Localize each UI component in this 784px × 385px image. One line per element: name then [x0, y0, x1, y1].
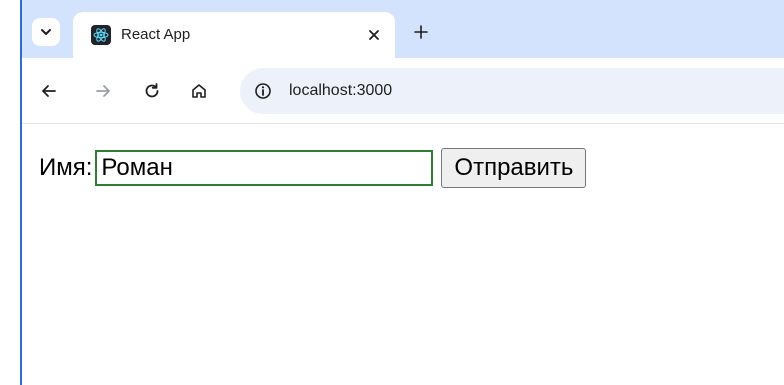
back-button[interactable]: [36, 78, 62, 104]
tab-react-app[interactable]: React App: [73, 12, 395, 58]
chevron-down-icon: [41, 29, 51, 35]
close-tab-button[interactable]: [363, 24, 385, 46]
page-content: Имя: Отправить: [22, 124, 784, 385]
home-icon: [192, 84, 206, 98]
home-button[interactable]: [186, 78, 212, 104]
new-tab-button[interactable]: [408, 19, 434, 45]
reload-icon: [145, 83, 159, 98]
reload-button[interactable]: [139, 78, 165, 104]
submit-button[interactable]: Отправить: [441, 148, 587, 188]
close-icon: [369, 30, 379, 40]
name-label: Имя:: [39, 154, 93, 181]
plus-icon: [414, 25, 428, 39]
site-info-button[interactable]: [252, 80, 274, 102]
address-bar[interactable]: localhost:3000: [240, 68, 784, 114]
name-form: Имя: Отправить: [39, 148, 587, 188]
react-logo-icon: [91, 25, 111, 45]
toolbar: localhost:3000: [22, 58, 784, 124]
forward-arrow-icon: [96, 85, 110, 97]
tab-title: React App: [121, 26, 191, 43]
url-text: localhost:3000: [289, 82, 393, 99]
tab-strip: React App: [22, 0, 784, 58]
back-arrow-icon: [42, 85, 56, 97]
name-input[interactable]: [95, 150, 434, 186]
tab-search-button[interactable]: [32, 18, 60, 46]
forward-button[interactable]: [90, 78, 116, 104]
browser-window: React App localhost:3000 Имя: Роман Отпр…: [0, 0, 784, 385]
info-icon: [255, 83, 271, 99]
